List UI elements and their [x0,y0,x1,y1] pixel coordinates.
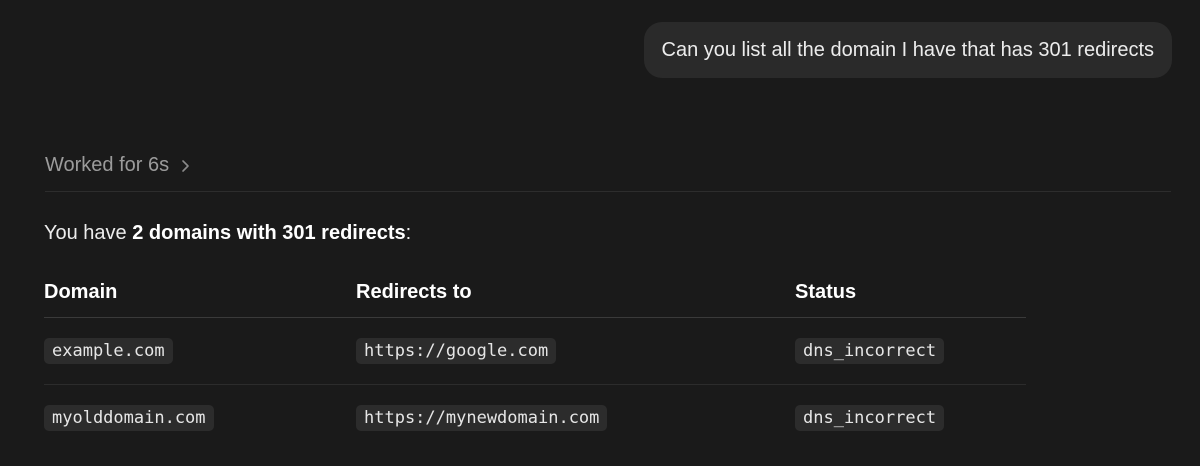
worked-for-label: Worked for 6s [45,154,170,176]
assistant-summary: You have 2 domains with 301 redirects: [44,222,411,245]
status-cell: dns_incorrect [795,405,945,431]
summary-suffix: : [405,222,412,244]
worked-for-toggle[interactable]: Worked for 6s [45,154,191,177]
user-message-bubble: Can you list all the domain I have that … [643,22,1172,78]
user-message-text: Can you list all the domain I have that … [661,38,1155,61]
table-row: myolddomain.com https://mynewdomain.com … [44,385,1026,451]
summary-prefix: You have [44,222,133,244]
chevron-right-icon [179,159,191,173]
table-header: Domain Redirects to Status [44,268,1026,318]
divider [45,191,1171,192]
domain-cell: example.com [44,338,173,364]
table-row: example.com https://google.com dns_incor… [44,318,1026,385]
redirect-cell: https://mynewdomain.com [356,405,608,431]
column-header-domain: Domain [44,281,118,303]
column-header-redirects-to: Redirects to [356,281,472,303]
column-header-status: Status [795,281,857,303]
status-cell: dns_incorrect [795,338,945,364]
redirects-table: Domain Redirects to Status example.com h… [44,268,1026,451]
redirect-cell: https://google.com [356,338,557,364]
summary-bold: 2 domains with 301 redirects [132,222,406,244]
domain-cell: myolddomain.com [44,405,214,431]
